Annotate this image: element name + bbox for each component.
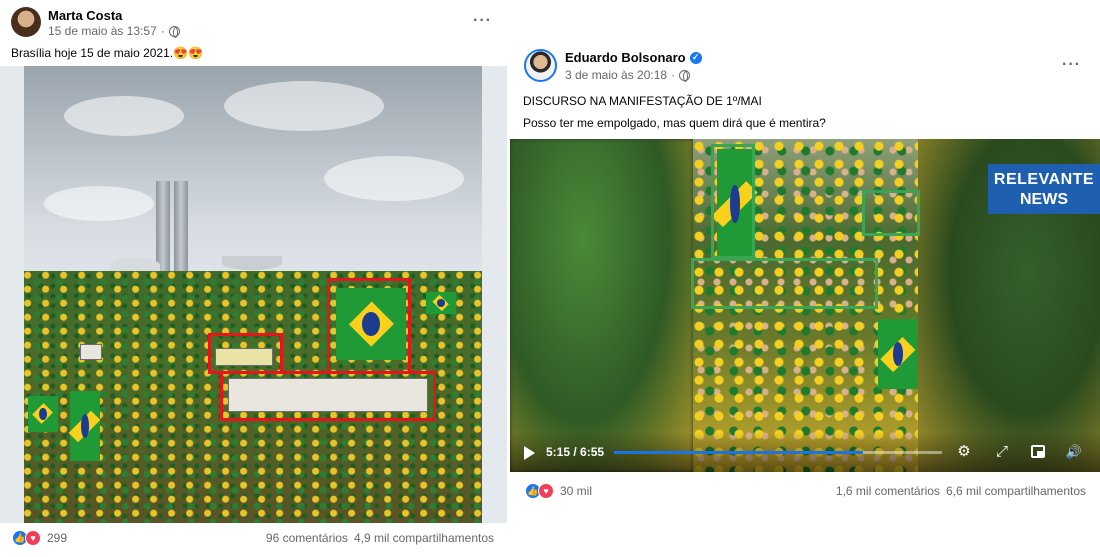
cloud: [224, 81, 384, 131]
photo-side-margin: [482, 66, 507, 523]
shares-count[interactable]: 6,6 mil compartilhamentos: [946, 484, 1086, 498]
cloud: [324, 156, 464, 201]
brazil-flag: [70, 391, 100, 461]
author-name-text: Eduardo Bolsonaro: [565, 50, 686, 65]
shares-count[interactable]: 4,9 mil compartilhamentos: [354, 531, 494, 545]
post-meta: 15 de maio às 13:57 ·: [48, 24, 180, 38]
verified-badge-icon: ✓: [689, 51, 702, 64]
cloud: [64, 96, 184, 136]
annotation-box: [691, 258, 878, 309]
video-time: 5:15 / 6:55: [546, 445, 605, 459]
post-timestamp[interactable]: 15 de maio às 13:57: [48, 24, 157, 38]
post-author-name[interactable]: Eduardo Bolsonaro ✓: [565, 50, 702, 65]
engagement-stats: 96 comentários 4,9 mil compartilhamentos: [266, 531, 494, 545]
congress-tower: [156, 181, 170, 273]
post-author-name[interactable]: Marta Costa: [48, 8, 122, 23]
video-player[interactable]: RELEVANTE NEWS 5:15 / 6:55 ⚙ ⤢ 🔊: [510, 139, 1100, 472]
photo-side-margin: [0, 66, 24, 523]
video-timeline[interactable]: [614, 451, 942, 454]
globe-icon: [168, 25, 180, 38]
play-icon[interactable]: [524, 446, 535, 460]
annotation-box: [327, 278, 411, 374]
heart-eyes-emoji: 😍😍: [173, 46, 203, 60]
video-blur-left: [510, 139, 693, 472]
logo-line1: RELEVANTE: [993, 171, 1095, 188]
more-options-button[interactable]: ···: [1062, 56, 1081, 74]
annotation-box: [862, 190, 920, 236]
left-post: Marta Costa 15 de maio às 13:57 · ··· Br…: [0, 0, 507, 557]
post-text-line2: Posso ter me empolgado, mas quem dirá qu…: [523, 116, 826, 130]
love-reaction-icon: ♥: [538, 483, 554, 499]
eduardo-bolsonaro-avatar[interactable]: [524, 49, 557, 82]
post-photo[interactable]: [0, 66, 507, 523]
comments-count[interactable]: 1,6 mil comentários: [836, 484, 940, 498]
settings-icon[interactable]: ⚙: [954, 442, 974, 462]
post-text: Brasília hoje 15 de maio 2021.😍😍: [11, 46, 203, 60]
reactions-summary[interactable]: 👍 ♥ 30 mil: [525, 483, 592, 499]
relevante-news-logo: RELEVANTE NEWS: [988, 164, 1100, 214]
reactions-summary[interactable]: 👍 ♥ 299: [12, 530, 67, 546]
love-reaction-icon: ♥: [25, 530, 41, 546]
post-text-line1: DISCURSO NA MANIFESTAÇÃO DE 1º/MAI: [523, 94, 762, 108]
more-options-button[interactable]: ···: [473, 12, 492, 30]
globe-icon: [679, 69, 691, 82]
protest-sign: [80, 344, 102, 360]
video-controls: 5:15 / 6:55 ⚙ ⤢ 🔊: [510, 432, 1100, 472]
right-post: Eduardo Bolsonaro ✓ 3 de maio às 20:18 ·…: [510, 38, 1100, 557]
video-progress-fill: [614, 451, 864, 454]
engagement-stats: 1,6 mil comentários 6,6 mil compartilham…: [836, 484, 1086, 498]
brazil-flag: [878, 319, 918, 389]
fullscreen-icon[interactable]: ⤢: [992, 442, 1012, 462]
meta-separator: ·: [671, 68, 676, 82]
logo-line2: NEWS: [1020, 191, 1068, 208]
meta-separator: ·: [160, 24, 165, 38]
cloud: [44, 186, 154, 221]
post-text-content: Brasília hoje 15 de maio 2021.: [11, 46, 174, 60]
reaction-count: 299: [47, 531, 68, 545]
comments-count[interactable]: 96 comentários: [266, 531, 348, 545]
annotation-box: [711, 144, 755, 259]
annotation-box: [208, 333, 283, 374]
picture-in-picture-icon[interactable]: [1028, 442, 1048, 462]
brazil-flag: [426, 292, 456, 314]
marta-costa-avatar[interactable]: [11, 7, 41, 37]
congress-dome: [110, 258, 160, 272]
congress-tower: [174, 181, 188, 273]
congress-bowl: [222, 256, 282, 270]
reaction-count: 30 mil: [560, 484, 593, 498]
brazil-flag: [28, 396, 58, 432]
volume-icon[interactable]: 🔊: [1064, 442, 1084, 462]
post-meta: 3 de maio às 20:18 ·: [565, 68, 691, 82]
annotation-box: [220, 371, 436, 421]
post-timestamp[interactable]: 3 de maio às 20:18: [565, 68, 667, 82]
